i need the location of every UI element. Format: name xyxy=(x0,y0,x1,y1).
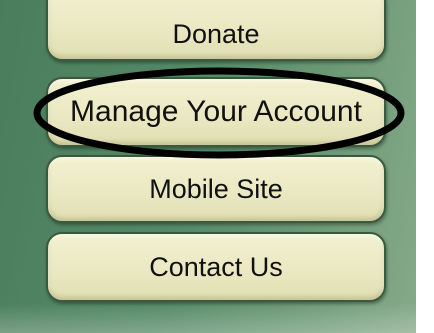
sidebar-nav-panel: Donate Manage Your Account Mobile Site C… xyxy=(0,0,416,333)
screenshot-stage: Donate Manage Your Account Mobile Site C… xyxy=(0,0,434,333)
contact-us-button[interactable]: Contact Us xyxy=(46,232,386,302)
mobile-site-button[interactable]: Mobile Site xyxy=(46,155,386,223)
manage-account-button[interactable]: Manage Your Account xyxy=(46,77,386,147)
donate-button[interactable]: Donate xyxy=(46,0,386,61)
